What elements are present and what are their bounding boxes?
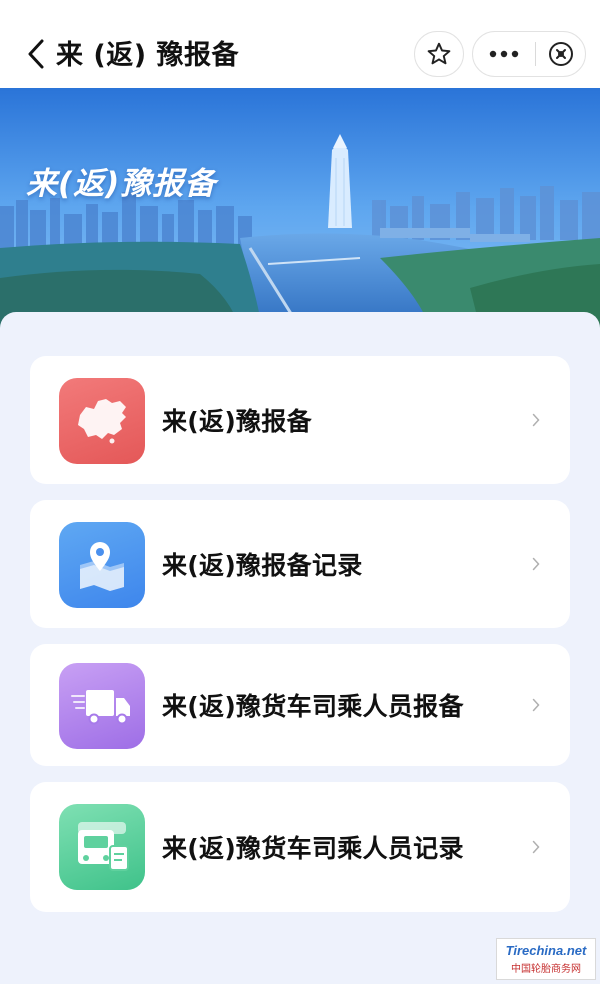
truck-record-card[interactable]: 来(返)豫货车司乘人员记录 [30, 782, 570, 912]
truck-icon [59, 663, 145, 749]
more-dots-icon [489, 50, 519, 58]
watermark: Tirechina.net 中国轮胎商务网 [496, 938, 596, 980]
report-card[interactable]: 来(返)豫报备 [30, 356, 570, 484]
truck-report-card[interactable]: 来(返)豫货车司乘人员报备 [30, 644, 570, 766]
card-label: 来(返)豫货车司乘人员记录 [162, 834, 464, 863]
map-pin-icon [59, 522, 145, 608]
report-record-card[interactable]: 来(返)豫报备记录 [30, 500, 570, 628]
more-button[interactable] [473, 32, 535, 76]
navigation-bar: 来 (返) 豫报备 [0, 0, 600, 88]
city-banner: 来(返)豫报备 [0, 88, 600, 328]
card-label: 来(返)豫货车司乘人员报备 [162, 692, 464, 721]
china-map-icon [59, 378, 145, 464]
star-icon [427, 42, 451, 65]
service-panel: 来(返)豫报备 来(返)豫报备记录 来(返)豫货车司乘人员报备 来(返)豫货车司… [0, 312, 600, 984]
card-label: 来(返)豫报备 [162, 407, 312, 436]
card-label: 来(返)豫报备记录 [162, 551, 363, 580]
watermark-logo: Tirechina.net [505, 943, 587, 958]
mini-program-capsule [472, 31, 586, 77]
chevron-right-icon [532, 500, 540, 628]
close-button[interactable] [536, 32, 585, 76]
chevron-left-icon [28, 39, 44, 69]
chevron-right-icon [532, 782, 540, 912]
page-title: 来 (返) 豫报备 [56, 40, 239, 71]
chevron-right-icon [532, 644, 540, 766]
truck-driver-record-icon [59, 804, 145, 890]
back-button[interactable] [22, 34, 50, 74]
watermark-text: 中国轮胎商务网 [511, 964, 581, 975]
city-skyline-image [0, 88, 600, 328]
close-circle-icon [548, 42, 573, 66]
banner-title: 来(返)豫报备 [26, 166, 217, 202]
favorite-button[interactable] [414, 31, 464, 77]
chevron-right-icon [532, 356, 540, 484]
